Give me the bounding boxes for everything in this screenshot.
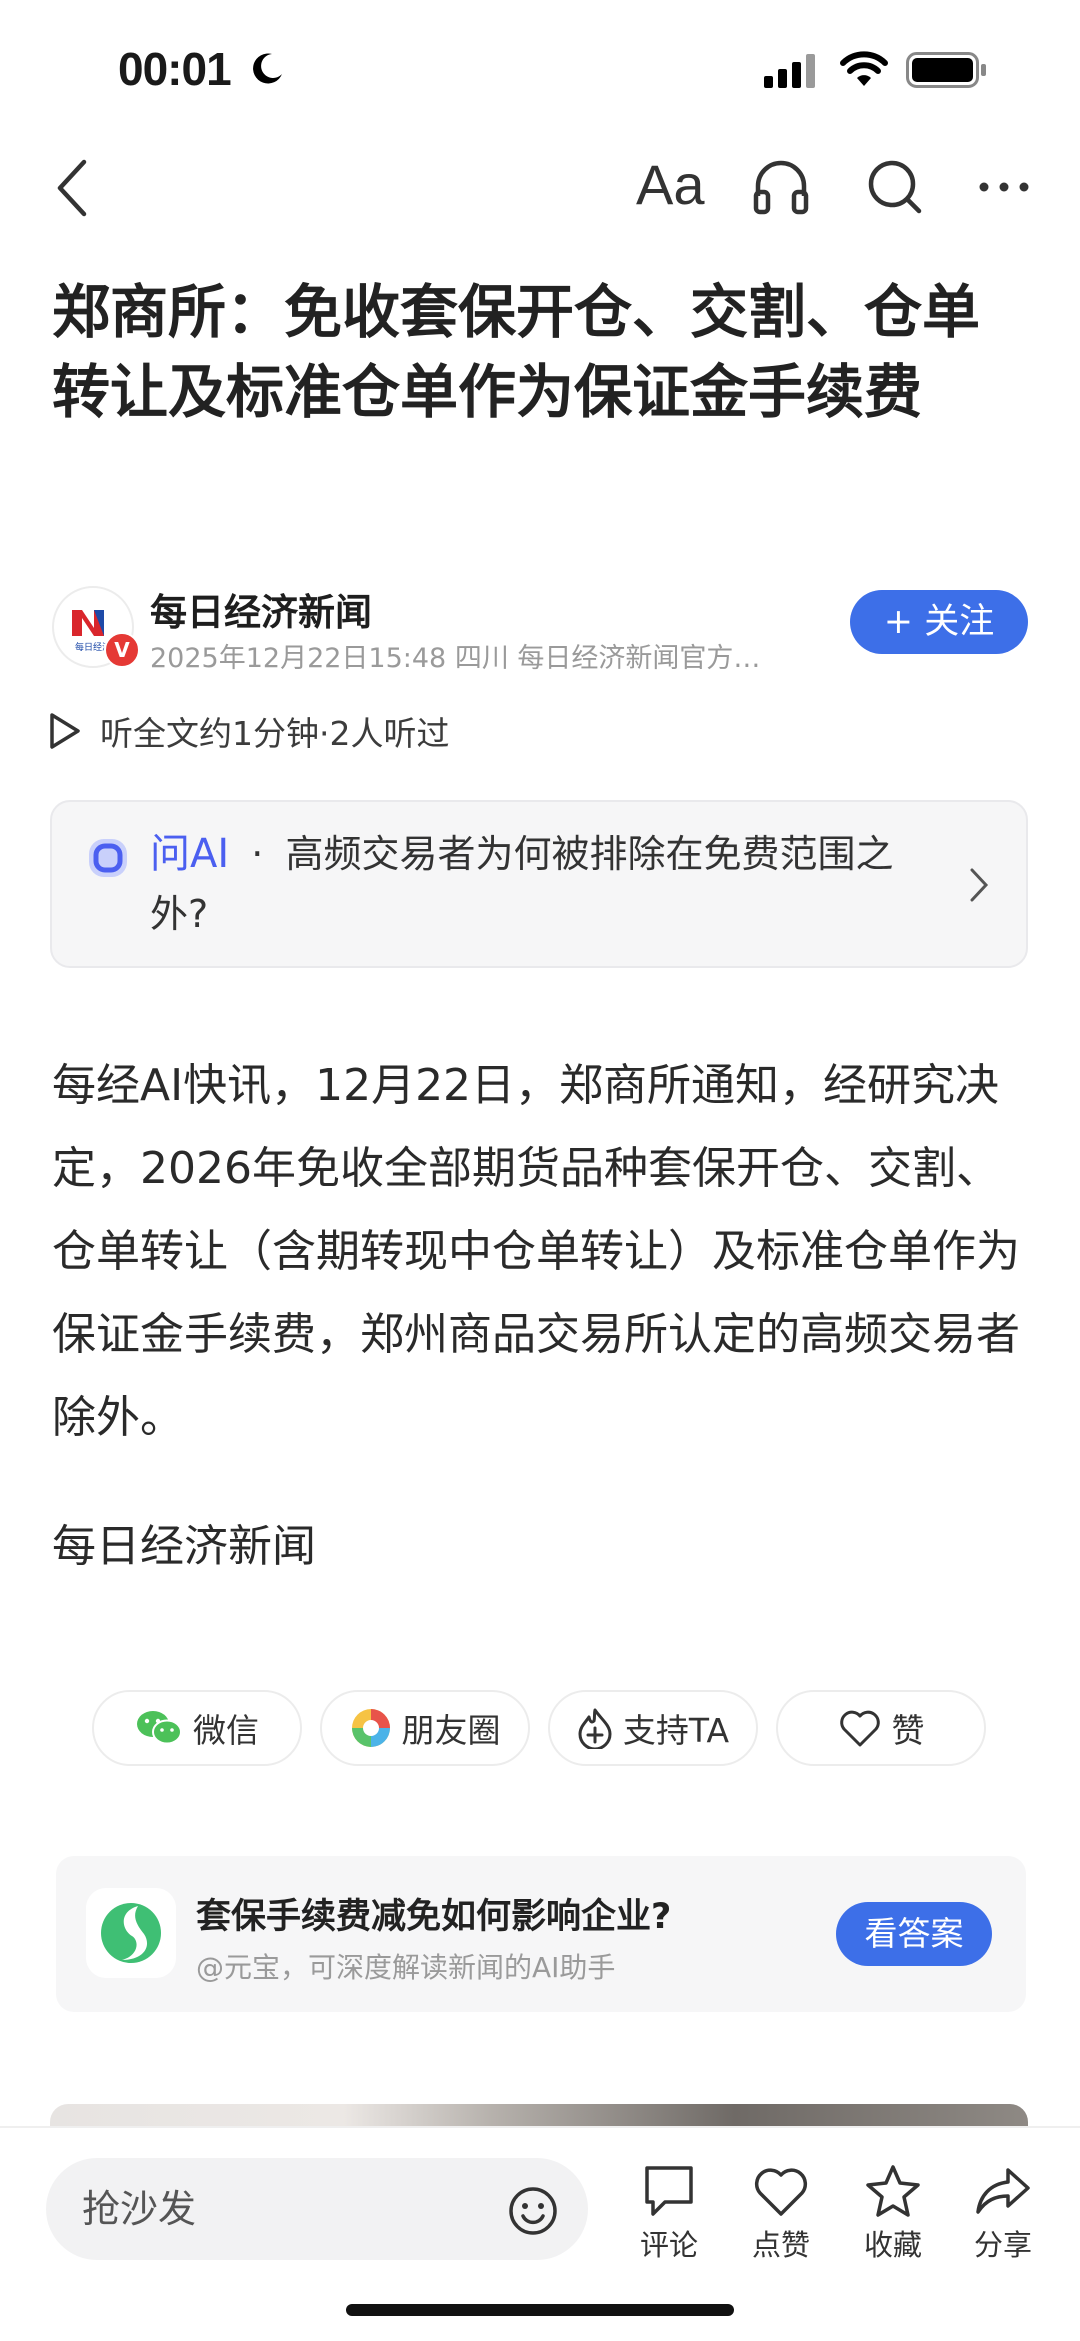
- chevron-right-icon: [968, 866, 990, 908]
- support-label: 支持TA: [622, 1711, 730, 1750]
- listen-info: 听全文约1分钟·2人听过: [100, 714, 450, 753]
- yuanbao-title: 套保手续费减免如何影响企业?: [196, 1897, 672, 1937]
- author-meta: 2025年12月22日15:48 四川 每日经济新闻官方…: [150, 643, 761, 674]
- search-icon[interactable]: [866, 158, 924, 216]
- verified-badge: V: [104, 632, 140, 668]
- comment-input[interactable]: [46, 2158, 588, 2260]
- home-indicator: [346, 2304, 734, 2316]
- like-action-label: 点赞: [751, 2228, 810, 2262]
- verified-badge-text: V: [114, 638, 130, 662]
- more-icon[interactable]: [978, 180, 1030, 194]
- ask-ai-separator: ·: [251, 832, 264, 876]
- share-icon: [976, 2168, 1030, 2214]
- emoji-icon[interactable]: [508, 2186, 558, 2240]
- moon-icon: [250, 50, 286, 90]
- moments-icon: [350, 1707, 392, 1749]
- star-icon: [866, 2165, 920, 2217]
- heart-icon: [838, 1708, 882, 1748]
- comment-icon: [645, 2166, 693, 2216]
- favorite-action-label: 收藏: [863, 2228, 922, 2262]
- share-wechat-label: 微信: [193, 1711, 259, 1750]
- author-name[interactable]: 每日经济新闻: [150, 582, 372, 636]
- favorite-action-button[interactable]: 收藏: [848, 2164, 938, 2264]
- view-answer-button[interactable]: 看答案: [836, 1902, 992, 1966]
- ask-ai-label: 问AI: [150, 831, 230, 877]
- like-button[interactable]: 赞: [776, 1690, 986, 1766]
- support-icon: [577, 1707, 613, 1749]
- heart-icon: [754, 2168, 808, 2216]
- share-moments-button[interactable]: 朋友圈: [320, 1690, 530, 1766]
- share-moments-label: 朋友圈: [401, 1711, 501, 1750]
- share-action-button[interactable]: 分享: [958, 2164, 1048, 2264]
- yuanbao-card[interactable]: 套保手续费减免如何影响企业? @元宝，可深度解读新闻的AI助手 看答案: [56, 1856, 1026, 2012]
- article-body: 每经AI快讯，12月22日，郑商所通知，经研究决定，2026年免收全部期货品种套…: [52, 1060, 1020, 1443]
- article-source: 每日经济新闻: [52, 1521, 316, 1572]
- font-size-button[interactable]: Aa: [636, 152, 705, 217]
- wifi-icon: [838, 50, 890, 92]
- article-title: 郑商所：免收套保开仓、交割、仓单转让及标准仓单作为保证金手续费: [52, 278, 981, 426]
- comment-action-label: 评论: [639, 2228, 698, 2262]
- support-button[interactable]: 支持TA: [548, 1690, 758, 1766]
- ask-ai-card[interactable]: 问AI · 高频交易者为何被排除在免费范围之外?: [50, 800, 1028, 968]
- share-action-label: 分享: [973, 2228, 1032, 2262]
- back-icon[interactable]: [54, 158, 90, 218]
- like-action-button[interactable]: 点赞: [736, 2164, 826, 2264]
- follow-button[interactable]: + 关注: [850, 590, 1028, 654]
- signal-icon: [764, 54, 820, 92]
- yuanbao-subtitle: @元宝，可深度解读新闻的AI助手: [196, 1951, 616, 1984]
- battery-icon: [906, 52, 988, 92]
- play-icon: [50, 713, 80, 749]
- like-label: 赞: [891, 1711, 925, 1750]
- comment-action-button[interactable]: 评论: [624, 2164, 714, 2264]
- status-time: 00:01: [118, 43, 232, 95]
- ai-logo-icon: [86, 836, 130, 884]
- yuanbao-logo-icon: [86, 1888, 176, 1978]
- headphones-icon[interactable]: [752, 156, 810, 216]
- share-wechat-button[interactable]: 微信: [92, 1690, 302, 1766]
- wechat-icon: [135, 1708, 183, 1748]
- listen-button[interactable]: 听全文约1分钟·2人听过: [48, 707, 449, 755]
